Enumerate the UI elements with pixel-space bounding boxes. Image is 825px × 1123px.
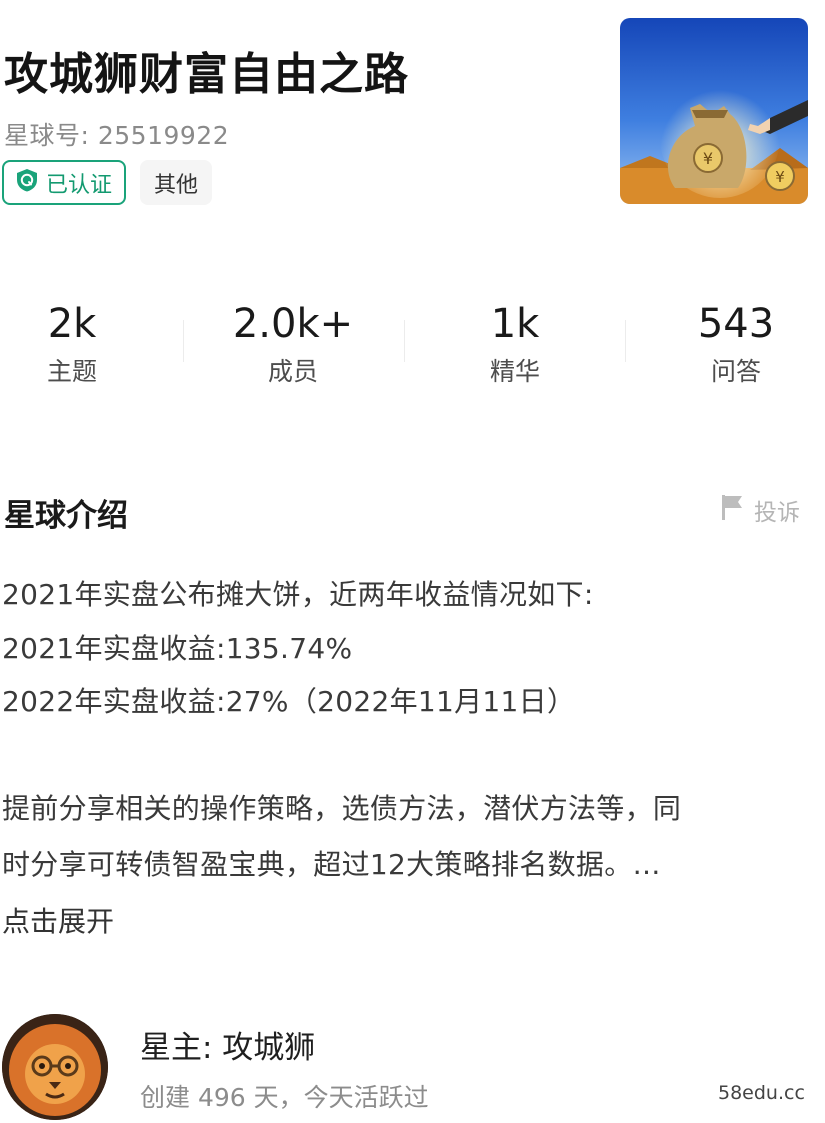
shield-check-icon	[14, 167, 40, 199]
divider	[183, 320, 184, 362]
stat-label: 精华	[489, 357, 540, 386]
owner-activity: 创建 496 天，今天活跃过	[140, 1083, 429, 1112]
expand-link[interactable]: 点击展开	[2, 900, 114, 940]
divider	[404, 320, 405, 362]
stat-value: 1k	[490, 301, 540, 347]
stat-topics[interactable]: 2k 主题	[0, 296, 162, 390]
verified-label: 已认证	[46, 172, 113, 198]
stat-value: 2k	[47, 301, 97, 347]
stat-label: 主题	[46, 357, 97, 386]
planet-id: 星球号: 25519922	[4, 121, 230, 150]
verified-badge[interactable]: 已认证	[2, 160, 127, 205]
intro-text-line: 2022年实盘收益:27%（2022年11月11日）	[2, 685, 576, 718]
intro-text-line: 2021年实盘公布摊大饼，近两年收益情况如下:	[2, 578, 594, 611]
stat-members[interactable]: 2.0k+ 成员	[203, 296, 383, 390]
owner-avatar[interactable]	[2, 1014, 108, 1120]
owner-name[interactable]: 星主: 攻城狮	[140, 1022, 315, 1067]
stat-label: 问答	[710, 357, 761, 386]
stat-value: 2.0k+	[232, 301, 354, 347]
svg-text:¥: ¥	[703, 149, 713, 168]
svg-text:¥: ¥	[775, 168, 785, 186]
stat-qa[interactable]: 543 问答	[646, 296, 825, 390]
stat-value: 543	[697, 301, 775, 347]
stat-label: 成员	[267, 357, 318, 386]
report-label: 投诉	[754, 500, 800, 526]
page-title: 攻城狮财富自由之路	[4, 49, 409, 100]
intro-text-line: 提前分享相关的操作策略，选债方法，潜伏方法等，同	[2, 792, 682, 825]
tag-row: 已认证 其他	[2, 160, 213, 205]
watermark-text: 58edu.cc	[718, 1082, 805, 1104]
flag-icon	[718, 492, 746, 528]
stats-row: 2k 主题 2.0k+ 成员 1k 精华 543 问答	[0, 296, 825, 396]
stat-highlights[interactable]: 1k 精华	[425, 296, 605, 390]
intro-text-line: 时分享可转债智盈宝典，超过12大策略排名数据。…	[2, 848, 661, 881]
report-button[interactable]: 投诉	[718, 492, 800, 528]
section-heading: 星球介绍	[4, 498, 128, 534]
category-tag[interactable]: 其他	[140, 160, 213, 205]
divider	[625, 320, 626, 362]
planet-cover-image: ¥ ¥	[620, 18, 808, 204]
planet-detail-page: 攻城狮财富自由之路 星球号: 25519922 已认证 其他 ¥ ¥ 2k 主题…	[0, 0, 825, 1123]
intro-text-line: 2021年实盘收益:135.74%	[2, 632, 353, 665]
